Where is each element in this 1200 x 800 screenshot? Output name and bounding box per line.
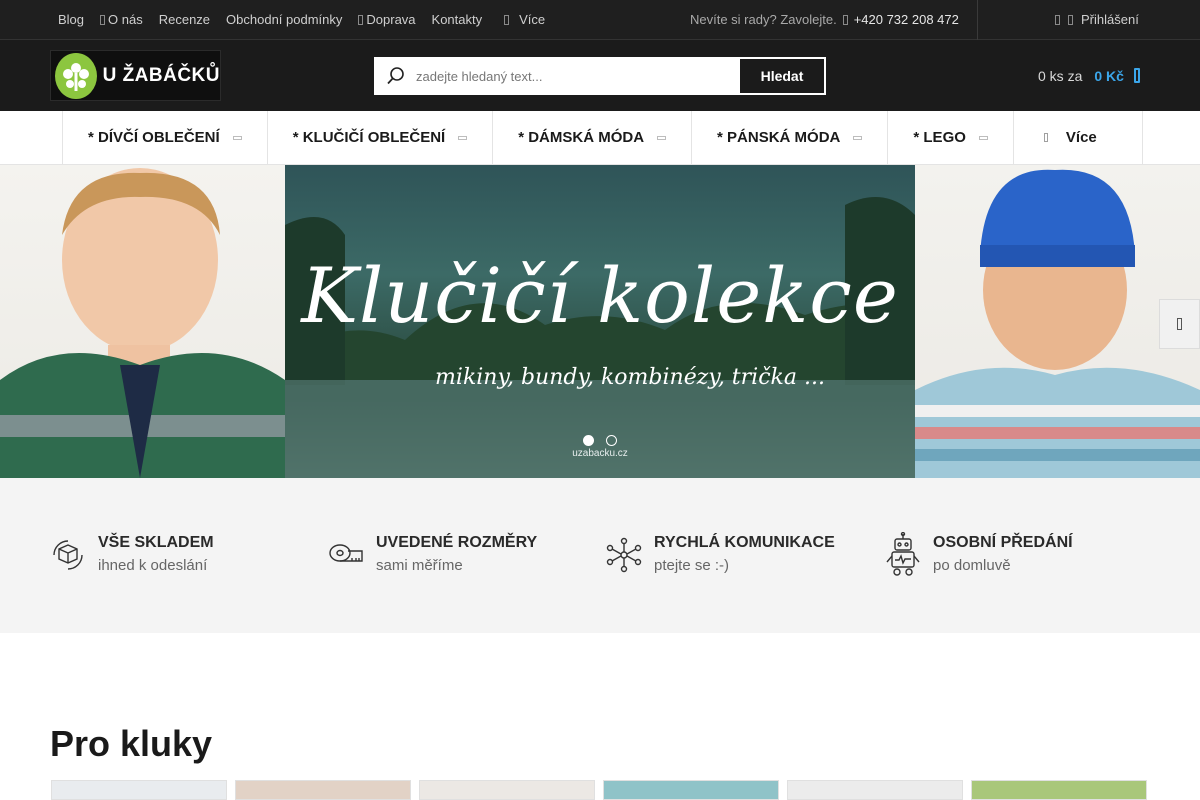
search-bar: Hledat <box>374 57 826 95</box>
category-list: * DÍVČÍ OBLEČENÍ * KLUČIČÍ OBLEČENÍ * DÁ… <box>62 111 1143 164</box>
hero-banner[interactable]: Klučičí kolekce mikiny, bundy, kombinézy… <box>0 165 1200 478</box>
chevron-down-icon <box>657 135 667 140</box>
header: U ŽABÁČKŮ Hledat 0 ks za 0 Kč <box>0 40 1200 111</box>
benefit-personal-pickup: OSOBNÍ PŘEDÁNÍ po domluvě <box>885 532 1073 576</box>
language-icon[interactable] <box>1055 14 1060 25</box>
benefit-title: RYCHLÁ KOMUNIKACE <box>654 534 835 551</box>
menu-item-girls-clothing[interactable]: * DÍVČÍ OBLEČENÍ <box>62 111 267 164</box>
box-icon <box>50 534 86 576</box>
top-bar: Blog O nás Recenze Obchodní podmínky Dop… <box>0 0 1200 40</box>
section-title: Pro kluky <box>50 723 213 764</box>
phone-icon <box>842 14 848 25</box>
chevron-down-icon <box>232 135 242 140</box>
topnav-link-reviews[interactable]: Recenze <box>159 12 210 27</box>
cart-icon <box>1133 68 1140 83</box>
benefits-strip: VŠE SKLADEM ihned k odeslání UVEDENÉ ROZ… <box>0 478 1200 633</box>
top-navigation: Blog O nás Recenze Obchodní podmínky Dop… <box>58 0 545 39</box>
chevron-down-icon <box>853 135 863 140</box>
menu-item-womens-fashion[interactable]: * DÁMSKÁ MÓDA <box>492 111 691 164</box>
benefit-in-stock: VŠE SKLADEM ihned k odeslání <box>50 534 214 576</box>
product-thumbnail[interactable] <box>235 780 411 800</box>
user-icon <box>1068 14 1073 25</box>
category-menu: * DÍVČÍ OBLEČENÍ * KLUČIČÍ OBLEČENÍ * DÁ… <box>0 111 1200 165</box>
menu-item-mens-fashion[interactable]: * PÁNSKÁ MÓDA <box>691 111 887 164</box>
hero-image-boy-right <box>915 165 1200 478</box>
slider-dot-2[interactable] <box>606 435 617 446</box>
chevron-right-icon <box>1177 318 1182 330</box>
benefit-subtitle: po domluvě <box>933 557 1011 574</box>
help-contact: Nevíte si rady? Zavolejte. +420 732 208 … <box>690 0 959 39</box>
product-thumbnail[interactable] <box>603 780 779 800</box>
site-logo[interactable]: U ŽABÁČKŮ <box>50 50 221 101</box>
slider-dots <box>583 435 617 446</box>
topnav-link-blog[interactable]: Blog <box>58 12 84 27</box>
product-thumbnail[interactable] <box>419 780 595 800</box>
logo-text: U ŽABÁČKŮ <box>102 64 220 86</box>
search-icon <box>376 59 416 93</box>
menu-item-lego[interactable]: * LEGO <box>887 111 1013 164</box>
hero-site-url: uzabacku.cz <box>572 448 628 459</box>
benefit-communication: RYCHLÁ KOMUNIKACE ptejte se :-) <box>606 534 835 576</box>
benefit-subtitle: ptejte se :-) <box>654 557 730 574</box>
product-thumbnail[interactable] <box>51 780 227 800</box>
hero-image-boy-left <box>0 165 285 478</box>
cart-summary[interactable]: 0 ks za 0 Kč <box>1038 40 1140 111</box>
robot-icon <box>885 532 921 576</box>
benefit-title: UVEDENÉ ROZMĚRY <box>376 534 538 551</box>
menu-item-boys-clothing[interactable]: * KLUČIČÍ OBLEČENÍ <box>266 111 493 164</box>
topnav-link-shipping[interactable]: Doprava <box>358 12 416 27</box>
benefit-title: VŠE SKLADEM <box>98 534 214 551</box>
hero-title: Klučičí kolekce <box>301 251 899 340</box>
network-icon <box>606 534 642 576</box>
chevron-down-icon <box>458 135 468 140</box>
benefit-title: OSOBNÍ PŘEDÁNÍ <box>933 534 1073 551</box>
login-area[interactable]: Přihlášení <box>1055 0 1139 39</box>
product-thumbnail[interactable] <box>787 780 963 800</box>
search-button[interactable]: Hledat <box>740 59 824 93</box>
truck-icon <box>358 14 364 25</box>
chevron-down-icon <box>978 135 988 140</box>
benefit-sizes: UVEDENÉ ROZMĚRY sami měříme <box>328 534 537 576</box>
topbar-divider <box>977 0 978 40</box>
info-icon <box>100 14 106 25</box>
hero-slide: Klučičí kolekce mikiny, bundy, kombinézy… <box>285 165 915 478</box>
product-row <box>51 780 1147 800</box>
more-icon <box>1043 133 1048 142</box>
topnav-link-terms[interactable]: Obchodní podmínky <box>226 12 342 27</box>
search-input[interactable] <box>416 59 740 93</box>
phone-link[interactable]: +420 732 208 472 <box>854 12 959 27</box>
login-link[interactable]: Přihlášení <box>1081 12 1139 27</box>
menu-item-more[interactable]: Více <box>1012 111 1143 164</box>
product-thumbnail[interactable] <box>971 780 1147 800</box>
slider-dot-1[interactable] <box>583 435 594 446</box>
benefit-subtitle: ihned k odeslání <box>98 557 208 574</box>
help-text: Nevíte si rady? Zavolejte. <box>690 12 837 27</box>
slider-next-button[interactable] <box>1159 299 1200 349</box>
topnav-link-about[interactable]: O nás <box>100 12 143 27</box>
benefit-subtitle: sami měříme <box>376 557 463 574</box>
cart-price: 0 Kč <box>1094 67 1124 84</box>
topnav-more-button[interactable]: Více <box>504 12 545 27</box>
cart-count: 0 ks za <box>1038 67 1083 84</box>
hero-subtitle: mikiny, bundy, kombinézy, trička ... <box>435 365 825 390</box>
tree-logo-icon <box>55 52 97 99</box>
more-icon <box>504 14 510 25</box>
topnav-link-contacts[interactable]: Kontakty <box>432 12 483 27</box>
measuring-tape-icon <box>328 534 364 576</box>
